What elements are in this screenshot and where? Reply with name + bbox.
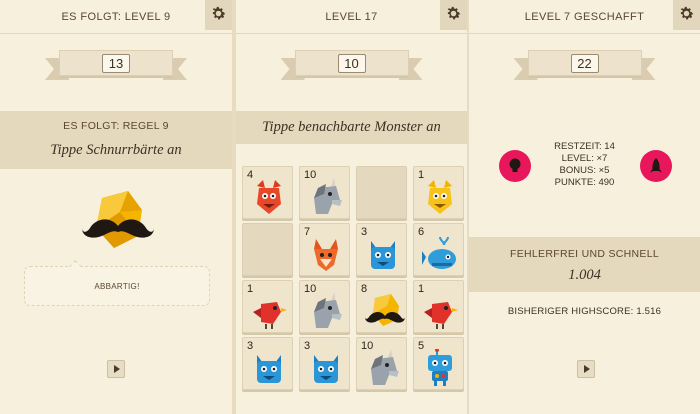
unicorn-icon [314,292,342,328]
monster-tile-robot[interactable]: 5 [413,337,464,390]
rule-label: ES FOLGT: REGEL 9 [63,120,169,132]
bird-icon [253,302,287,329]
mustache-gem-icon [82,191,154,248]
fox-icon [314,239,338,271]
monster-tile-yellow-devil[interactable]: 1 [413,166,464,219]
bird-icon [424,302,458,329]
monster-tile-fox[interactable]: 7 [299,223,350,276]
stat-bonus: BONUS: ×5 [559,165,610,176]
score-ribbon: 22 [513,45,656,81]
monster-tile-unicorn[interactable]: 10 [299,280,350,333]
unicorn-icon [314,178,342,214]
monster-tile-blue-cat[interactable]: 3 [299,337,350,390]
timer-number: 10 [337,54,366,73]
score-number: 22 [570,54,599,73]
header-bar: ES FOLGT: LEVEL 9 [0,0,232,34]
yellow-devil-icon [428,180,452,214]
blue-cat-icon [314,355,338,383]
timer-ribbon: 10 [280,45,423,81]
monster-tile-unicorn[interactable]: 10 [356,337,407,390]
gear-icon [212,6,226,20]
gear-icon [680,6,694,20]
score-label: FEHLERFREI UND SCHNELL [510,248,659,260]
gear-icon [447,6,461,20]
result-stats: RESTZEIT: 14 LEVEL: ×7 BONUS: ×5 PUNKTE:… [469,141,700,189]
monster-grid: 4 10 1 7 3 6 1 10 8 1 3 3 10 5 [242,166,464,394]
monster-tile-unicorn[interactable]: 10 [299,166,350,219]
blue-cat-icon [371,241,395,269]
rule-text: Tippe Schnurrbärte an [50,142,182,158]
stat-level: LEVEL: ×7 [561,153,608,164]
rule-banner: Tippe benachbarte Monster an [236,111,467,144]
header-title: LEVEL 7 GESCHAFFT [524,11,645,23]
panel-next-level: ES FOLGT: LEVEL 9 13 ES FOLGT: REGEL 9 T… [0,0,232,414]
monster-tile-devil[interactable]: 4 [242,166,293,219]
header-title: LEVEL 17 [325,11,378,23]
mustache-gem-icon [365,294,405,326]
highscore-label: BISHERIGER HIGHSCORE: 1.516 [507,306,662,317]
settings-button[interactable] [440,0,467,30]
monster-tile-blue-cat[interactable]: 3 [242,337,293,390]
score-banner: FEHLERFREI UND SCHNELL 1.004 [469,237,700,292]
rule-banner: ES FOLGT: REGEL 9 Tippe Schnurrbärte an [0,111,232,169]
header-bar: LEVEL 17 [236,0,467,34]
panel-level-complete: LEVEL 7 GESCHAFFT 22 RESTZEIT: 14 LEVEL:… [469,0,700,414]
monster-tile-blue-cat[interactable]: 3 [356,223,407,276]
monster-tile-bird[interactable]: 1 [413,280,464,333]
devil-icon [257,180,281,214]
monster-tile-bird[interactable]: 1 [242,280,293,333]
total-score: 1.004 [568,267,601,283]
play-button[interactable] [107,360,125,378]
robot-icon [428,349,452,386]
unicorn-icon [371,349,399,385]
settings-button[interactable] [205,0,232,30]
panel-game-board: LEVEL 17 10 Tippe benachbarte Monster an… [236,0,467,414]
header-title: ES FOLGT: LEVEL 9 [61,11,171,23]
empty-tile [356,166,407,219]
settings-button[interactable] [673,0,700,30]
blue-cat-icon [257,355,281,383]
play-button[interactable] [577,360,595,378]
monster-tile-mustache-gem[interactable]: 8 [356,280,407,333]
level-ribbon: 13 [45,45,187,81]
empty-tile [242,223,293,276]
feedback-message: ABBARTIG! [24,266,210,306]
stat-remaining-time: RESTZEIT: 14 [554,141,615,152]
whale-icon [422,236,456,269]
level-number: 13 [102,54,130,73]
monster-tile-whale[interactable]: 6 [413,223,464,276]
header-bar: LEVEL 7 GESCHAFFT [469,0,700,34]
stat-points: PUNKTE: 490 [554,177,615,188]
rule-text: Tippe benachbarte Monster an [262,119,441,135]
